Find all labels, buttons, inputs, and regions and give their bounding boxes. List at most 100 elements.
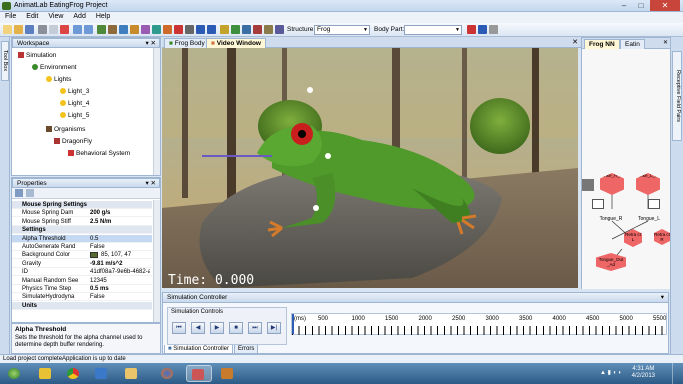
pointer-icon[interactable] [185, 25, 194, 34]
property-category[interactable]: Settings [12, 226, 152, 235]
receptive-field-pairs-tab[interactable]: Receptive Field Pairs [672, 51, 682, 141]
taskbar-figure-app-icon[interactable] [34, 365, 56, 382]
minimize-button[interactable]: – [616, 0, 632, 11]
structure-select[interactable]: Frog ▼ [314, 25, 370, 35]
taskbar-chrome-icon[interactable] [62, 365, 84, 382]
redo-icon[interactable] [84, 25, 93, 34]
property-row[interactable]: ID 41df08a7-9e6b-4682-a0f2-c [12, 268, 152, 277]
property-row[interactable]: Alpha Threshold 0.5 [12, 234, 152, 243]
nn-body-node[interactable] [648, 199, 660, 209]
undo-icon[interactable] [73, 25, 82, 34]
property-row[interactable]: Gravity -9.81 m/s^2 [12, 260, 152, 268]
add-tool-icon[interactable] [119, 25, 128, 34]
property-row[interactable]: Mouse Spring Dam 200 g/s [12, 209, 152, 218]
tray-icons[interactable]: ▲ ▮ ◖ ◗ [600, 369, 622, 376]
step-back-button[interactable]: ◀ [191, 322, 205, 334]
copy-icon[interactable] [49, 25, 58, 34]
add-stimulus-icon[interactable] [130, 25, 139, 34]
play-sim-icon[interactable] [231, 25, 240, 34]
pin-icon[interactable]: ▾ [661, 293, 664, 302]
menu-edit[interactable]: Edit [21, 12, 43, 21]
taskbar-tools-icon[interactable] [216, 365, 242, 382]
cut-icon[interactable] [38, 25, 47, 34]
tree-item-light-3[interactable]: Light_3 [60, 88, 89, 95]
taskbar-clock[interactable]: 4:31 AM 4/2/2013 [632, 366, 655, 380]
properties-scrollbar[interactable] [153, 200, 160, 322]
fast-forward-button[interactable]: ⏭ [248, 322, 262, 334]
tree-item-behavioral-system[interactable]: Behavioral System [68, 150, 130, 157]
property-row[interactable]: AutoGenerate Rand False [12, 243, 152, 251]
rewind-button[interactable]: ⏮ [172, 322, 186, 334]
property-row[interactable]: SimulateHydrodyna False [12, 293, 152, 302]
light-marker[interactable] [325, 153, 331, 159]
tree-item-light-5[interactable]: Light_5 [60, 112, 89, 119]
start-button[interactable] [3, 365, 23, 382]
chart-icon[interactable] [141, 25, 150, 34]
tree-item-organisms[interactable]: Organisms [46, 126, 85, 133]
menu-help[interactable]: Help [91, 12, 115, 21]
pin-icon[interactable]: ▾ ✕ [145, 39, 156, 48]
add-structure-icon[interactable] [108, 25, 117, 34]
tab-frog-body[interactable]: ■ Frog Body [164, 38, 210, 48]
data-tool-icon[interactable] [152, 25, 161, 34]
taskbar-explorer-icon[interactable] [120, 365, 142, 382]
tree-item-lights[interactable]: Lights [46, 76, 71, 83]
taskbar-firefox-icon[interactable] [156, 365, 178, 382]
save-icon[interactable] [25, 25, 34, 34]
toolbox-tab[interactable]: Tool Box [1, 41, 9, 81]
play-button[interactable]: ▶ [210, 322, 224, 334]
menu-file[interactable]: File [0, 12, 21, 21]
taskbar-app-icon[interactable] [90, 365, 112, 382]
close-tab-icon[interactable]: ✕ [572, 38, 578, 46]
property-row[interactable]: Background Color 85, 107, 47 [12, 251, 152, 260]
add-organism-icon[interactable] [97, 25, 106, 34]
tree-item-dragonfly[interactable]: DragonFly [54, 138, 92, 145]
open-project-icon[interactable] [14, 25, 23, 34]
add-joint-icon[interactable] [478, 25, 487, 34]
nn-canvas[interactable]: Strike_R_Ad Strike_L_Ad Tongue_R Tongue_… [582, 49, 670, 289]
help-icon[interactable] [275, 25, 284, 34]
3d-scene-view[interactable]: Time: 0.000 [162, 48, 578, 288]
bodypart-select[interactable]: ▼ [404, 25, 462, 35]
stop-button[interactable]: ■ [229, 322, 243, 334]
rotate-icon[interactable] [207, 25, 216, 34]
add-bodypart-icon[interactable] [467, 25, 476, 34]
light-marker[interactable] [313, 205, 319, 211]
new-project-icon[interactable] [3, 25, 12, 34]
menu-view[interactable]: View [43, 12, 68, 21]
close-tab-icon[interactable]: ✕ [663, 39, 668, 46]
categorized-icon[interactable] [15, 189, 23, 197]
menu-add[interactable]: Add [68, 12, 90, 21]
select-icon[interactable] [220, 25, 229, 34]
light-marker[interactable] [307, 87, 313, 93]
tree-item-simulation[interactable]: Simulation [18, 52, 56, 59]
timeline-ruler[interactable]: (ms) 500 1000 1500 2000 2500 3000 3500 4000 4500… [291, 313, 667, 335]
translate-icon[interactable] [196, 25, 205, 34]
tree-item-light-4[interactable]: Light_4 [60, 100, 89, 107]
tree-item-environment[interactable]: Environment [32, 64, 77, 71]
delete-icon[interactable] [60, 25, 69, 34]
stop-sim-icon[interactable] [253, 25, 262, 34]
property-row[interactable]: Physics Time Step 0.5 ms [12, 285, 152, 293]
show-desktop-button[interactable] [672, 363, 683, 384]
view-icon[interactable] [242, 25, 251, 34]
property-row[interactable]: Manual Random See 12345 [12, 277, 152, 285]
pin-icon[interactable]: ▾ ✕ [145, 179, 156, 188]
delete-bodypart-icon[interactable] [489, 25, 498, 34]
property-row[interactable]: Mouse Spring Stiff 2.5 N/m [12, 218, 152, 226]
property-category[interactable]: Units [12, 301, 152, 310]
nn-body-node[interactable] [592, 199, 604, 209]
tab-eating[interactable]: Eatin [620, 39, 645, 49]
maximize-button[interactable]: □ [633, 0, 649, 11]
record-icon[interactable] [174, 25, 183, 34]
alphabetical-icon[interactable] [26, 189, 34, 197]
step-forward-button[interactable]: ▶| [267, 322, 281, 334]
tab-video-window[interactable]: ■ Video Window [206, 38, 266, 48]
workspace-scrollbar[interactable] [153, 48, 160, 175]
tab-frog-nn[interactable]: Frog NN [584, 39, 620, 49]
settings-icon[interactable] [264, 25, 273, 34]
tab-errors[interactable]: Errors [234, 345, 259, 354]
close-button[interactable]: ✕ [650, 0, 680, 11]
taskbar-animatlab-icon[interactable] [186, 365, 212, 382]
property-category[interactable]: Mouse Spring Settings [12, 201, 152, 209]
